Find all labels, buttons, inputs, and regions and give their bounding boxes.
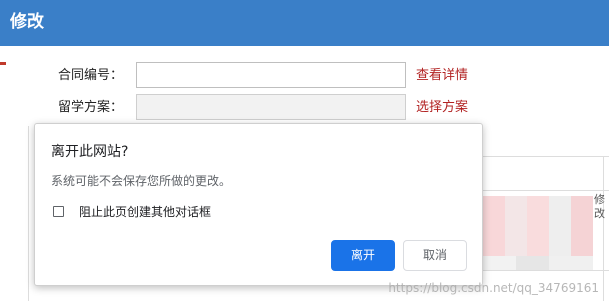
bg-table-line-2 xyxy=(483,190,609,191)
bg-table-line-3 xyxy=(483,270,609,271)
view-details-link[interactable]: 查看详情 xyxy=(416,66,468,86)
contract-no-label: 合同编号： xyxy=(58,68,124,83)
blurred-region xyxy=(483,196,593,256)
study-plan-row: 留学方案： 选择方案 xyxy=(0,94,609,122)
window-titlebar: 修改 xyxy=(0,0,609,46)
dialog-title: 离开此网站? xyxy=(51,144,129,160)
study-plan-input[interactable] xyxy=(136,94,406,120)
dialog-message: 系统可能不会保存您所做的更改。 xyxy=(51,174,232,188)
contract-no-input[interactable] xyxy=(136,62,406,88)
bg-table-border-right xyxy=(603,156,604,301)
watermark-text: https://blog.csdn.net/qq_34769161 xyxy=(388,281,599,295)
select-plan-link[interactable]: 选择方案 xyxy=(416,98,468,118)
contract-no-row: 合同编号： 查看详情 xyxy=(0,62,609,90)
prevent-dialogs-checkbox[interactable] xyxy=(53,206,64,217)
leave-site-dialog: 离开此网站? 系统可能不会保存您所做的更改。 阻止此页创建其他对话框 离开 取消 xyxy=(34,123,483,286)
study-plan-label: 留学方案： xyxy=(58,100,124,115)
window-title: 修改 xyxy=(10,12,44,32)
bg-partial-text: 修改 xyxy=(594,193,605,220)
cancel-button[interactable]: 取消 xyxy=(403,240,467,271)
prevent-dialogs-label[interactable]: 阻止此页创建其他对话框 xyxy=(79,203,211,221)
blurred-region-lower xyxy=(483,256,593,270)
leave-button[interactable]: 离开 xyxy=(331,240,395,271)
bg-table-line-1 xyxy=(483,156,609,157)
bg-table-border-left xyxy=(28,126,29,301)
